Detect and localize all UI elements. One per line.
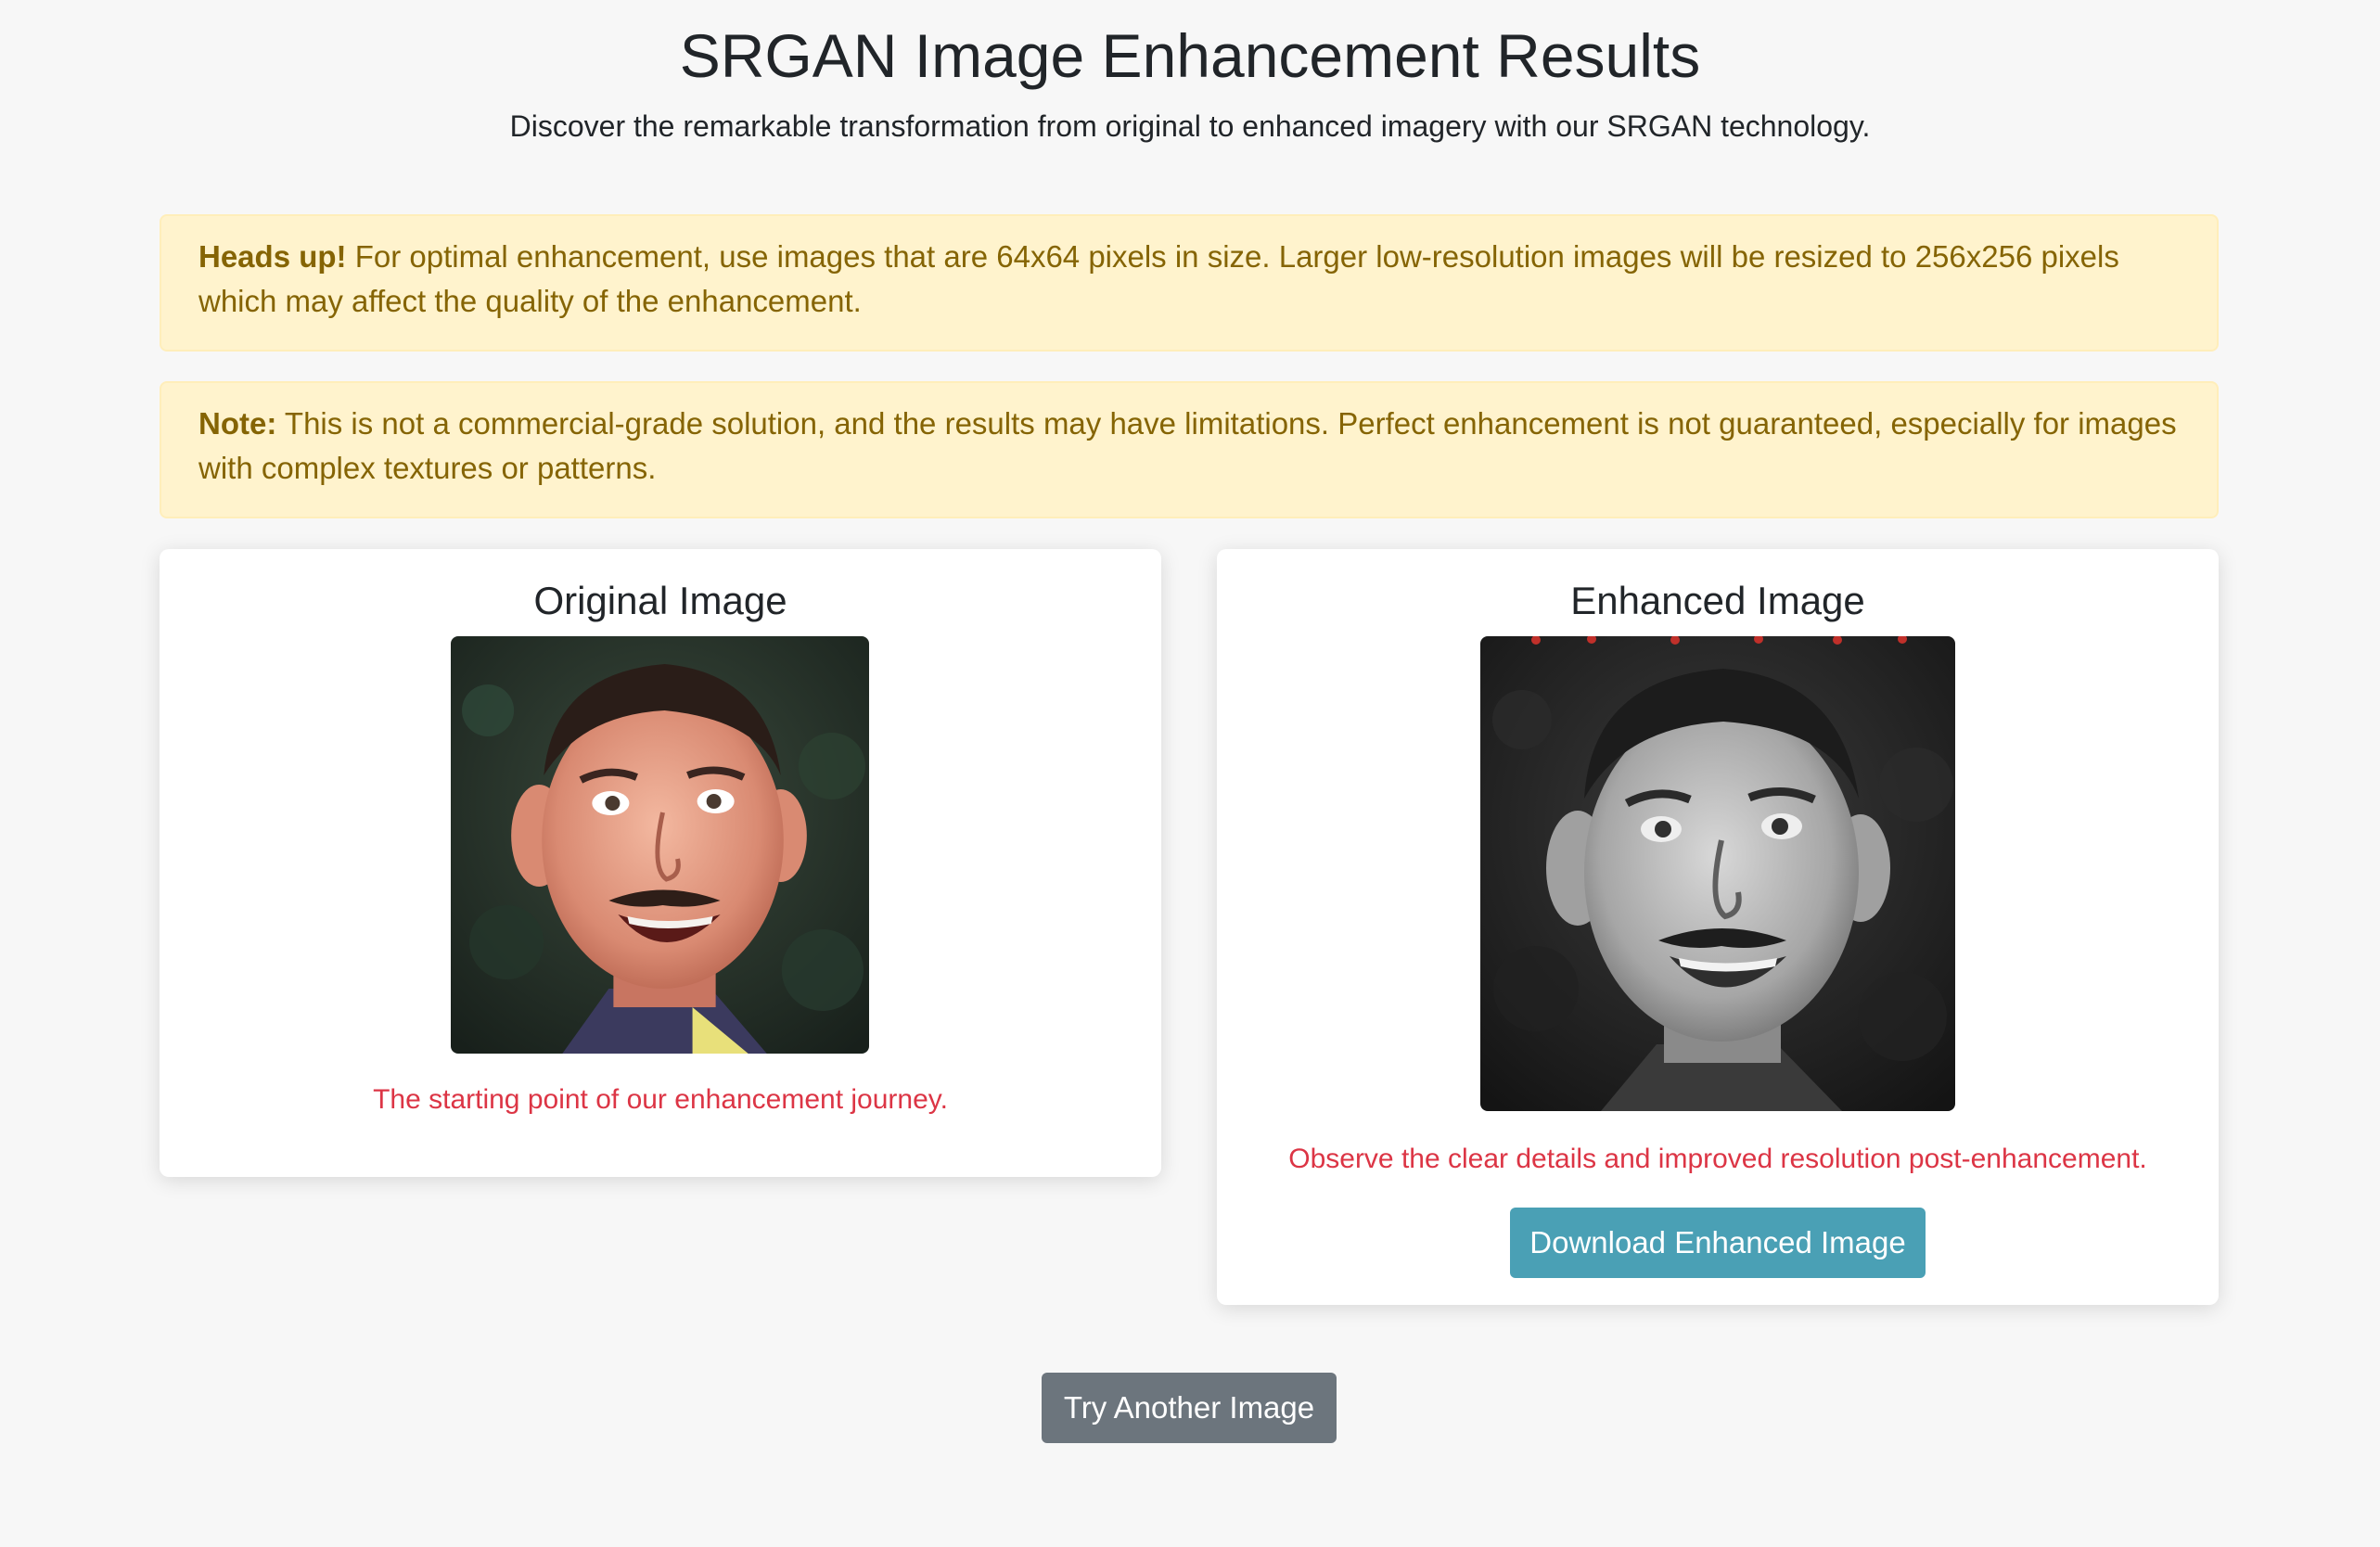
enhanced-image-title: Enhanced Image	[1570, 579, 1865, 622]
heads-up-alert: Heads up! For optimal enhancement, use i…	[160, 214, 2219, 352]
page-title: SRGAN Image Enhancement Results	[679, 21, 1701, 90]
download-enhanced-image-button[interactable]: Download Enhanced Image	[1510, 1208, 1926, 1278]
alert-text: For optimal enhancement, use images that…	[198, 239, 2119, 318]
original-image-caption: The starting point of our enhancement jo…	[373, 1084, 948, 1115]
enhanced-image	[1480, 636, 1955, 1111]
enhanced-image-caption: Observe the clear details and improved r…	[1288, 1144, 2147, 1174]
enhanced-image-card: Enhanced Image Observe the clear details…	[1217, 549, 2219, 1305]
original-image-card: Original Image The starting point of our…	[160, 549, 1161, 1177]
note-alert: Note: This is not a commercial-grade sol…	[160, 381, 2219, 518]
alert-text: This is not a commercial-grade solution,…	[198, 406, 2177, 485]
original-image	[451, 636, 869, 1054]
enhanced-photo-graphic	[1480, 636, 1955, 1111]
page-subtitle: Discover the remarkable transformation f…	[509, 109, 1871, 143]
original-photo-graphic	[451, 636, 869, 1054]
original-image-title: Original Image	[533, 579, 787, 622]
alert-label: Heads up!	[198, 239, 347, 274]
alert-label: Note:	[198, 406, 277, 441]
try-another-image-button[interactable]: Try Another Image	[1042, 1373, 1337, 1443]
results-page: SRGAN Image Enhancement Results Discover…	[0, 0, 2380, 1547]
